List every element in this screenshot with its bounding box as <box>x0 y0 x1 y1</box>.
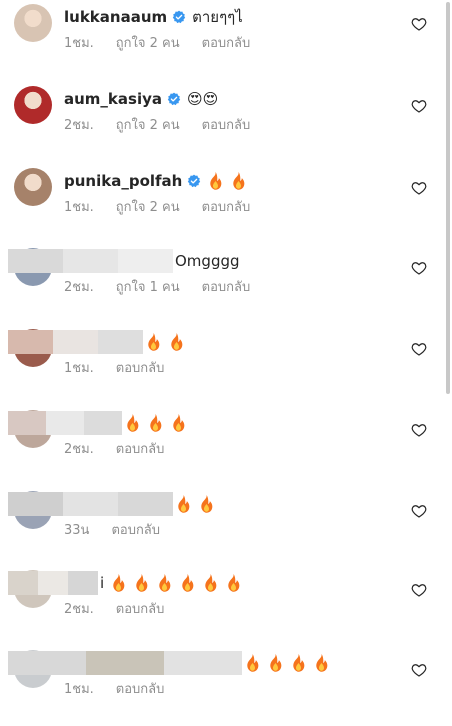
comment-row: Omgggg 2ชม. ถูกใจ 1 คน ตอบกลับ <box>0 244 452 324</box>
comment-text: ตายๆๆไ <box>192 8 243 26</box>
username[interactable]: aum_kasiya <box>64 90 162 108</box>
comment-row: 33น ตอบกลับ <box>0 487 452 567</box>
fire-emoji-icon <box>147 413 164 433</box>
avatar[interactable] <box>14 4 52 42</box>
comment-body: lukkanaaum ตายๆๆไ <box>64 6 249 28</box>
verified-badge-icon <box>167 92 181 106</box>
comment-meta: 1ชม. ถูกใจ 2 คน ตอบกลับ <box>64 196 250 217</box>
fire-emoji-icon <box>267 653 284 673</box>
comment-meta: 2ชม. ตอบกลับ <box>64 438 164 459</box>
heart-outline-icon[interactable] <box>411 662 427 678</box>
comment-meta: 2ชม. ตอบกลับ <box>64 598 164 619</box>
reply-button[interactable]: ตอบกลับ <box>111 519 160 540</box>
comment-age: 1ชม. <box>64 200 94 215</box>
comment-text: i <box>100 574 105 592</box>
blurred-username <box>8 571 98 595</box>
reply-button[interactable]: ตอบกลับ <box>202 276 251 297</box>
comment-age: 1ชม. <box>64 361 94 376</box>
comment-age: 2ชม. <box>64 602 94 617</box>
fire-emoji-icon <box>145 332 162 352</box>
heart-outline-icon[interactable] <box>411 582 427 598</box>
heart-outline-icon[interactable] <box>411 98 427 114</box>
fire-emoji-icon <box>110 573 127 593</box>
comment-meta: 1ชม. ตอบกลับ <box>64 357 164 378</box>
fire-emoji-icon <box>124 413 141 433</box>
comment-body: aum_kasiya 😍😍 <box>64 88 224 110</box>
reply-button[interactable]: ตอบกลับ <box>202 114 251 135</box>
fire-emoji-icon <box>156 573 173 593</box>
comment-body <box>8 651 336 675</box>
comment-meta: 33น ตอบกลับ <box>64 519 160 540</box>
comment-row: aum_kasiya 😍😍 2ชม. ถูกใจ 2 คน ตอบกลับ <box>0 82 452 162</box>
fire-emoji-icon <box>202 573 219 593</box>
comment-row: 1ชม. ตอบกลับ <box>0 646 452 726</box>
fire-emoji-icon <box>168 332 185 352</box>
comment-age: 33น <box>64 523 90 538</box>
blurred-username <box>8 330 143 354</box>
reply-button[interactable]: ตอบกลับ <box>116 357 165 378</box>
scrollbar[interactable] <box>446 2 450 394</box>
verified-badge-icon <box>187 174 201 188</box>
comment-row: 2ชม. ตอบกลับ <box>0 406 452 486</box>
like-count-link[interactable]: ถูกใจ 2 คน <box>116 32 180 53</box>
heart-outline-icon[interactable] <box>411 16 427 32</box>
like-count-link[interactable]: ถูกใจ 2 คน <box>116 114 180 135</box>
comment-body <box>8 330 191 354</box>
blurred-username <box>8 249 173 273</box>
avatar[interactable] <box>14 168 52 206</box>
comment-row: punika_polfah 1ชม. ถูกใจ 2 คน ตอบกลับ <box>0 164 452 244</box>
fire-emoji-icon <box>179 573 196 593</box>
comment-row: lukkanaaum ตายๆๆไ 1ชม. ถูกใจ 2 คน ตอบกลับ <box>0 0 452 80</box>
fire-emoji-icon <box>230 171 247 191</box>
heart-outline-icon[interactable] <box>411 341 427 357</box>
fire-emoji-icon <box>170 413 187 433</box>
fire-emoji-icon <box>244 653 261 673</box>
comment-meta: 1ชม. ถูกใจ 2 คน ตอบกลับ <box>64 32 250 53</box>
fire-emoji-icon <box>175 494 192 514</box>
reply-button[interactable]: ตอบกลับ <box>202 196 251 217</box>
username[interactable]: lukkanaaum <box>64 8 167 26</box>
comment-body: Omgggg <box>8 249 246 273</box>
comment-text: Omgggg <box>175 252 240 270</box>
reply-button[interactable]: ตอบกลับ <box>202 32 251 53</box>
fire-emoji-icon <box>225 573 242 593</box>
like-count-link[interactable]: ถูกใจ 2 คน <box>116 196 180 217</box>
comment-body: i <box>8 571 248 595</box>
heart-outline-icon[interactable] <box>411 503 427 519</box>
comment-text: 😍😍 <box>187 90 219 108</box>
heart-outline-icon[interactable] <box>411 180 427 196</box>
fire-emoji-icon <box>133 573 150 593</box>
comment-age: 1ชม. <box>64 36 94 51</box>
avatar[interactable] <box>14 86 52 124</box>
fire-emoji-icon <box>313 653 330 673</box>
comment-row: 1ชม. ตอบกลับ <box>0 325 452 405</box>
fire-emoji-icon <box>290 653 307 673</box>
comment-meta: 2ชม. ถูกใจ 1 คน ตอบกลับ <box>64 276 250 297</box>
heart-outline-icon[interactable] <box>411 422 427 438</box>
comment-age: 2ชม. <box>64 442 94 457</box>
blurred-username <box>8 411 122 435</box>
comment-body: punika_polfah <box>64 170 253 192</box>
comment-age: 2ชม. <box>64 118 94 133</box>
heart-outline-icon[interactable] <box>411 260 427 276</box>
verified-badge-icon <box>172 10 186 24</box>
username[interactable]: punika_polfah <box>64 172 182 190</box>
blurred-username <box>8 492 173 516</box>
fire-emoji-icon <box>198 494 215 514</box>
comment-age: 2ชม. <box>64 280 94 295</box>
like-count-link[interactable]: ถูกใจ 1 คน <box>116 276 180 297</box>
comment-body <box>8 411 193 435</box>
comment-body <box>8 492 221 516</box>
blurred-username <box>8 651 242 675</box>
comment-row: i 2ชม. ตอบกลับ <box>0 566 452 646</box>
reply-button[interactable]: ตอบกลับ <box>116 438 165 459</box>
fire-emoji-icon <box>207 171 224 191</box>
reply-button[interactable]: ตอบกลับ <box>116 598 165 619</box>
comment-meta: 2ชม. ถูกใจ 2 คน ตอบกลับ <box>64 114 250 135</box>
